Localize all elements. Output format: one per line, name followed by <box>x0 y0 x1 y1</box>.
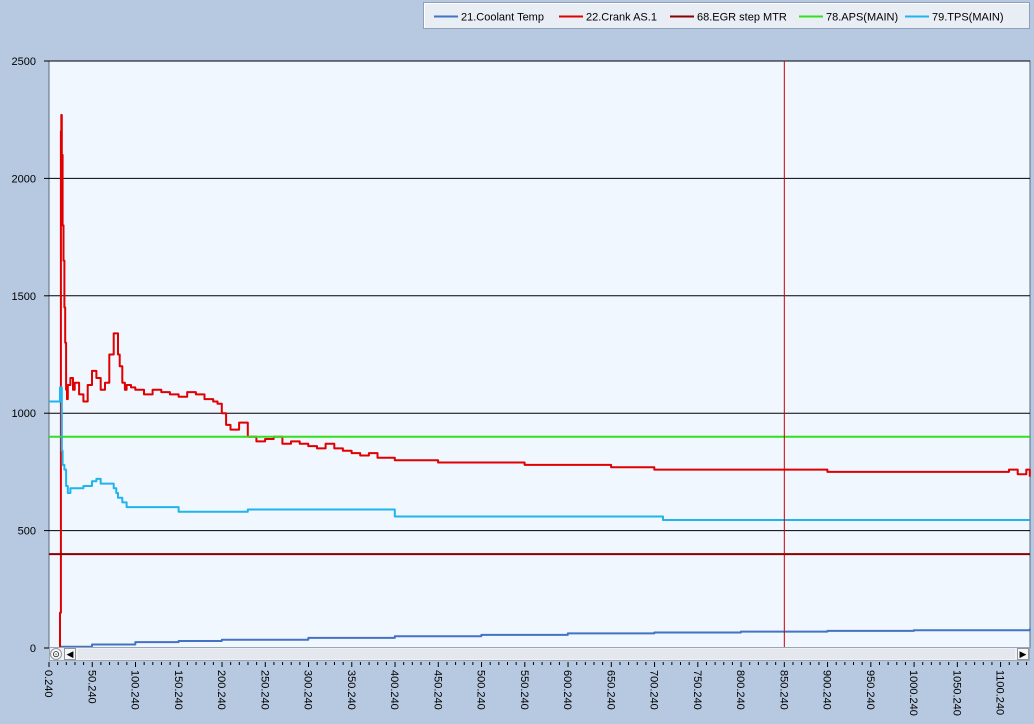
scroll-right-button[interactable]: ▶ <box>1017 648 1029 660</box>
x-tick-label: 1000.240 <box>907 670 919 716</box>
y-tick-label: 2500 <box>12 56 36 68</box>
x-tick-label: 350.240 <box>345 670 357 710</box>
x-tick-label: 850.240 <box>777 670 789 710</box>
plot-area <box>48 60 1031 649</box>
x-tick-label: 100.240 <box>129 670 141 710</box>
x-tick-label: 550.240 <box>518 670 530 710</box>
x-tick-label: 150.240 <box>172 670 184 710</box>
x-tick-label: 1050.240 <box>950 670 962 716</box>
x-axis: 0.240 50.240 100.240 150.240 200.240 250.240 3… <box>42 662 1028 716</box>
x-tick-label: 50.240 <box>85 670 97 704</box>
scrollbar-track[interactable] <box>78 649 1015 659</box>
y-tick-label: 2000 <box>12 173 36 185</box>
x-tick-label: 800.240 <box>734 670 746 710</box>
zoom-reset-icon[interactable]: ⊙ <box>50 648 62 660</box>
x-tick-label: 0.240 <box>42 670 54 698</box>
y-tick-label: 500 <box>18 526 36 538</box>
y-tick-label: 0 <box>30 643 36 655</box>
x-tick-label: 400.240 <box>388 670 400 710</box>
x-tick-label: 500.240 <box>475 670 487 710</box>
x-tick-label: 950.240 <box>864 670 876 710</box>
scroll-left-button[interactable]: ◀ <box>64 648 76 660</box>
y-axis: 0 500 1000 1500 2000 2500 <box>12 56 49 655</box>
x-tick-label: 200.240 <box>215 670 227 710</box>
x-tick-label: 600.240 <box>561 670 573 710</box>
x-tick-label: 300.240 <box>302 670 314 710</box>
line-chart: 0 500 1000 1500 2000 2500 0.240 50.240 100.240 1… <box>12 56 1031 716</box>
x-tick-label: 750.240 <box>691 670 703 710</box>
y-tick-label: 1500 <box>12 291 36 303</box>
x-tick-label: 450.240 <box>431 670 443 710</box>
x-tick-label: 1100.240 <box>994 670 1006 715</box>
x-tick-label: 250.240 <box>258 670 270 710</box>
x-tick-label: 700.240 <box>648 670 660 710</box>
x-tick-label: 900.240 <box>821 670 833 710</box>
y-tick-label: 1000 <box>12 408 36 420</box>
x-tick-label: 650.240 <box>604 670 616 710</box>
horizontal-scrollbar[interactable]: ⊙ ◀ ▶ <box>49 647 1030 661</box>
